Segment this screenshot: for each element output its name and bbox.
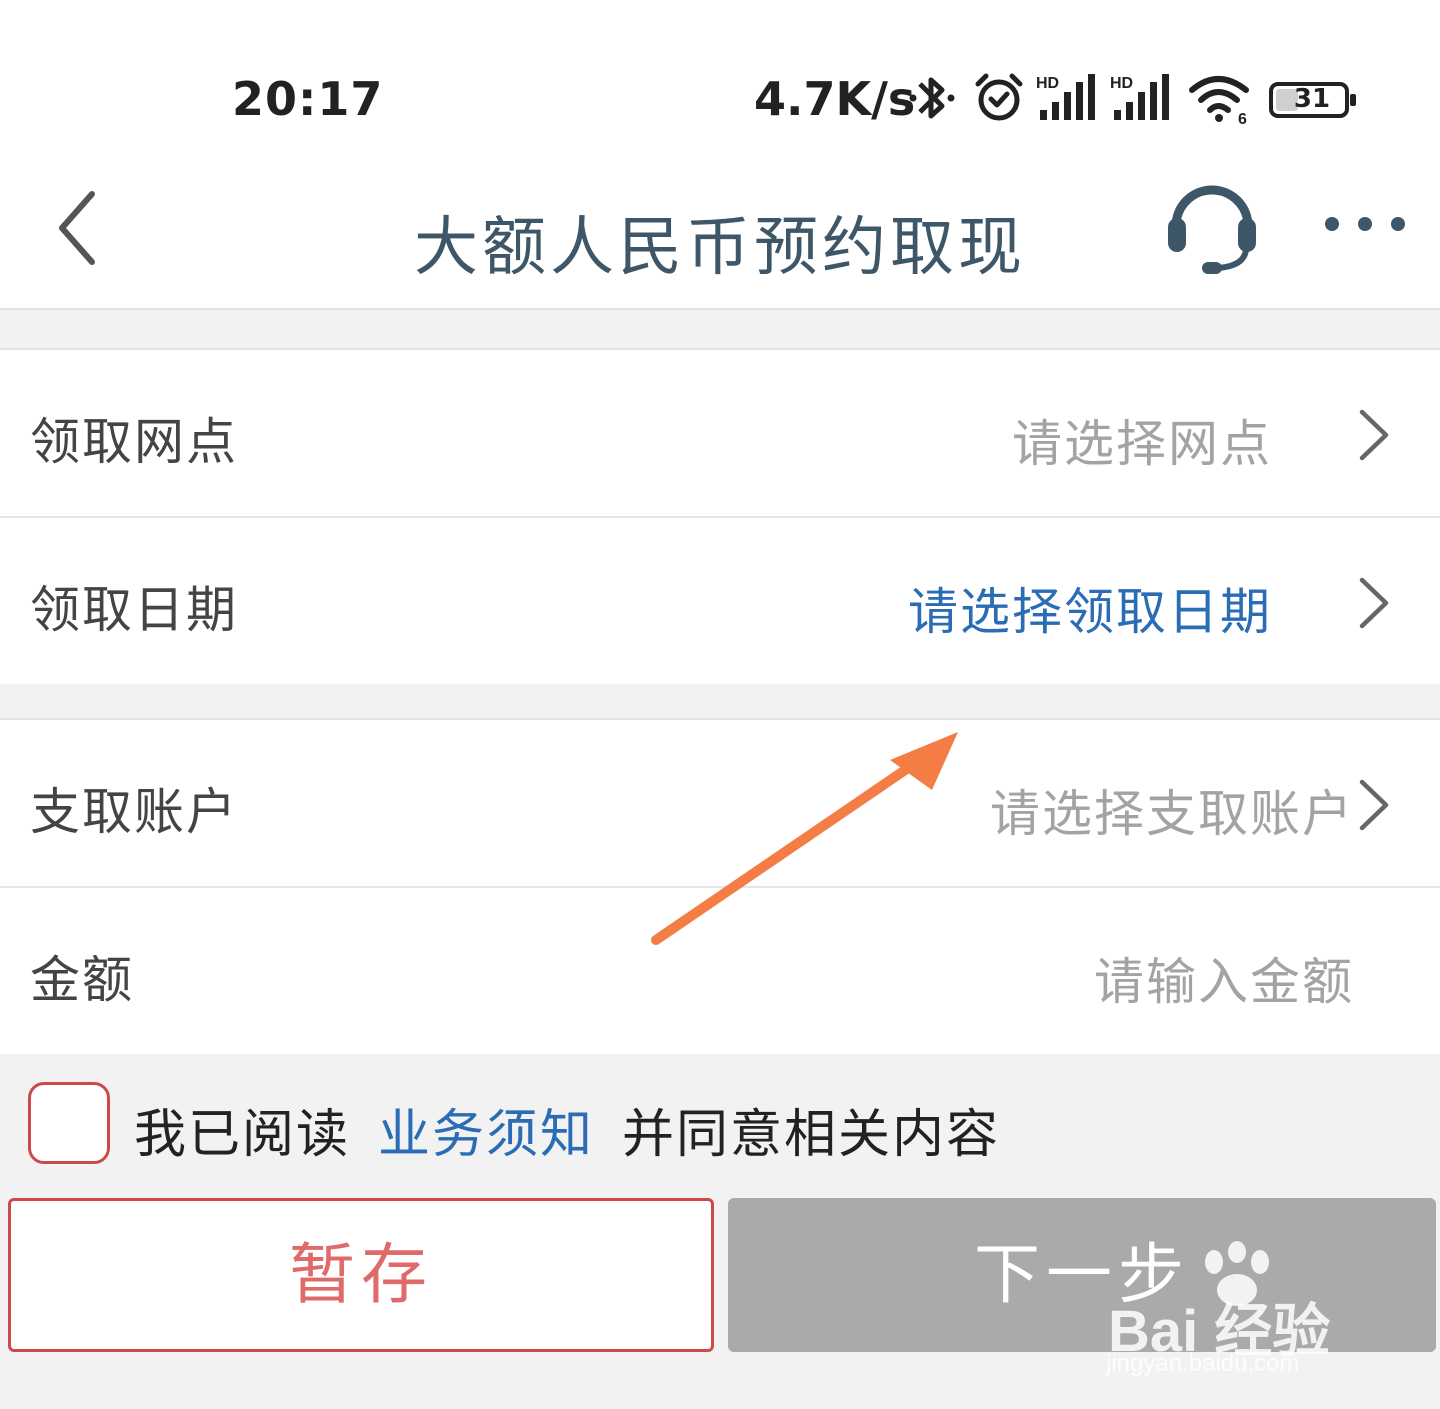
annotation-arrow: [651, 732, 958, 945]
baidu-jingyan-watermark: Bai 经验 jingyan.baidu.com: [1100, 1240, 1400, 1380]
form-group-pickup: 领取网点 请选择网点 领取日期 请选择领取日期: [0, 348, 1440, 684]
chevron-right-icon: [1359, 577, 1389, 629]
save-draft-button[interactable]: 暂存: [8, 1198, 714, 1352]
svg-text:HD: HD: [1036, 75, 1059, 92]
status-network-speed: 4.7K/s: [754, 72, 916, 126]
svg-text:6: 6: [1238, 111, 1247, 126]
signal-hd-icon: HD: [1110, 74, 1169, 120]
nav-bar: 大额人民币预约取现: [0, 160, 1440, 310]
alarm-icon: [975, 73, 1023, 121]
agreement-checkbox[interactable]: [28, 1082, 110, 1164]
customer-service-icon[interactable]: [1162, 178, 1262, 278]
battery-level: 31: [1293, 84, 1331, 114]
bluetooth-icon: [909, 77, 955, 119]
account-label: 支取账户: [30, 783, 238, 841]
account-placeholder: 请选择支取账户: [990, 785, 1354, 843]
signal-hd-icon: HD: [1036, 74, 1095, 120]
status-bar: 20:17 4.7K/s HD HD 6 31: [0, 0, 1440, 160]
date-label: 领取日期: [30, 581, 238, 639]
chevron-right-icon: [1359, 409, 1389, 461]
agreement-prefix: 我已阅读: [134, 1105, 351, 1165]
chevron-right-icon: [1359, 779, 1389, 831]
branch-row[interactable]: 领取网点 请选择网点: [0, 350, 1440, 518]
agreement-text: 我已阅读 业务须知 并同意相关内容: [134, 1092, 1000, 1167]
business-notice-link[interactable]: 业务须知: [378, 1105, 594, 1165]
date-row[interactable]: 领取日期 请选择领取日期: [0, 518, 1440, 684]
branch-label: 领取网点: [30, 413, 238, 471]
agreement-row: 我已阅读 业务须知 并同意相关内容: [0, 1052, 1440, 1198]
status-time: 20:17: [232, 72, 384, 126]
agreement-suffix: 并同意相关内容: [622, 1105, 1001, 1165]
wifi-6-icon: 6: [1189, 76, 1249, 126]
watermark-site: jingyan.baidu.com: [1106, 1350, 1300, 1377]
date-value: 请选择领取日期: [908, 583, 1272, 641]
amount-input[interactable]: 请输入金额: [1094, 942, 1354, 1014]
amount-label: 金额: [30, 951, 134, 1009]
branch-placeholder: 请选择网点: [1012, 415, 1272, 473]
more-icon[interactable]: [1320, 204, 1410, 244]
svg-text:HD: HD: [1110, 75, 1133, 92]
